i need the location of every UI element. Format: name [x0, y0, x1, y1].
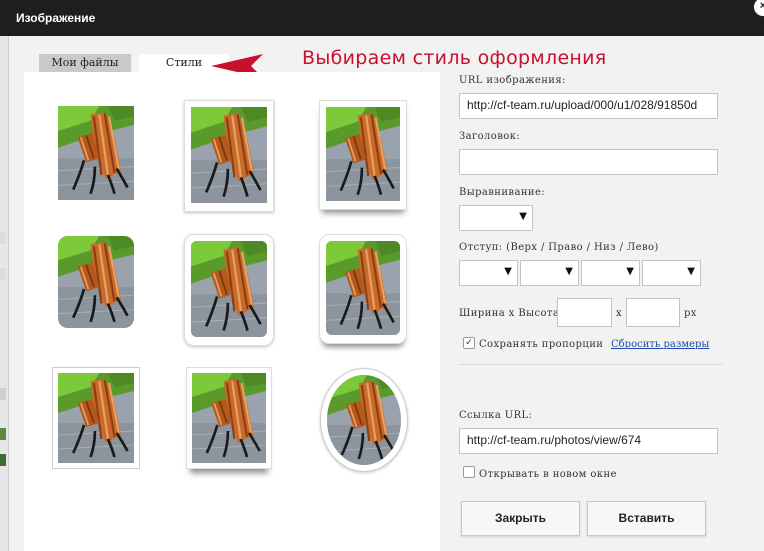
style-thin-border[interactable] [52, 367, 140, 469]
padding-left-select[interactable]: ▼ [642, 260, 701, 286]
chevron-down-icon: ▼ [504, 266, 512, 277]
height-input[interactable] [626, 298, 680, 327]
style-plain[interactable] [58, 106, 134, 200]
new-window-label: Открывать в новом окне [479, 469, 617, 480]
chevron-down-icon: ▼ [687, 266, 695, 277]
style-oval[interactable] [320, 368, 408, 472]
style-rounded-framed[interactable] [184, 234, 274, 346]
padding-label: Отступ: (Верх / Право / Низ / Лево) [459, 242, 659, 253]
dialog-title: Изображение [16, 11, 96, 25]
size-unit: px [684, 308, 697, 319]
padding-right-select[interactable]: ▼ [520, 260, 579, 286]
keep-ratio-checkbox[interactable]: ✓ [463, 337, 475, 349]
background-mark [0, 454, 6, 466]
style-lifted[interactable] [186, 367, 272, 469]
width-input[interactable] [557, 298, 612, 327]
style-rounded[interactable] [58, 236, 134, 328]
background-page-edge [0, 36, 9, 551]
padding-bottom-select[interactable]: ▼ [581, 260, 640, 286]
align-select[interactable]: ▼ [459, 205, 533, 231]
size-label: Ширина x Высота: [459, 308, 563, 319]
styles-panel [24, 72, 440, 551]
style-framed[interactable] [184, 100, 274, 212]
chevron-down-icon: ▼ [565, 266, 573, 277]
new-window-checkbox[interactable] [463, 466, 475, 478]
style-rounded-shadow[interactable] [319, 234, 407, 344]
size-separator: x [616, 308, 623, 319]
background-mark [0, 232, 6, 244]
padding-top-select[interactable]: ▼ [459, 260, 518, 286]
dialog-titlebar: Изображение [0, 0, 764, 36]
link-url-label: Ссылка URL: [459, 410, 533, 421]
image-dialog: Изображение × Мои файлы Стили Выбираем с… [0, 0, 764, 551]
background-mark [0, 428, 6, 440]
annotation-text: Выбираем стиль оформления [302, 47, 607, 69]
chevron-down-icon: ▼ [626, 266, 634, 277]
close-button[interactable]: Закрыть [461, 501, 580, 536]
style-framed-shadow[interactable] [319, 100, 407, 210]
background-mark [0, 388, 6, 400]
caption-input[interactable] [459, 149, 718, 175]
form-divider [459, 364, 723, 365]
link-url-input[interactable]: http://cf-team.ru/photos/view/674 [459, 428, 718, 454]
tab-my-files[interactable]: Мои файлы [39, 54, 131, 72]
url-input[interactable]: http://cf-team.ru/upload/000/u1/028/9185… [459, 93, 718, 119]
reset-size-link[interactable]: Сбросить размеры [611, 339, 709, 350]
align-label: Выравнивание: [459, 187, 546, 198]
caption-label: Заголовок: [459, 131, 521, 142]
keep-ratio-label: Сохранять пропорции [479, 339, 604, 350]
background-mark [0, 268, 6, 280]
url-label: URL изображения: [459, 75, 566, 86]
insert-button[interactable]: Вставить [587, 501, 706, 536]
chevron-down-icon: ▼ [519, 211, 527, 222]
